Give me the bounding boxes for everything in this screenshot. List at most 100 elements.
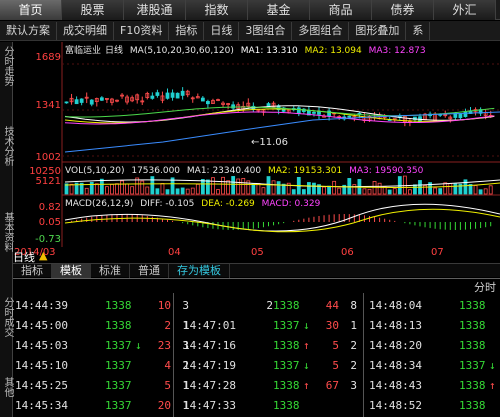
vol-ma1: MA1: 23340.400 [186, 166, 262, 176]
toolbar-button[interactable]: 图形叠加 [349, 21, 407, 40]
volume-bar [226, 180, 231, 195]
candle-body [205, 101, 210, 105]
trade-price: 1337 [105, 399, 132, 412]
subtab[interactable]: 存为模板 [169, 264, 230, 278]
menu-tab[interactable]: 外汇 [434, 0, 496, 20]
macd-info-line: MACD(26,12,9) DIFF: -0.105 DEA: -0.269 M… [65, 199, 324, 209]
trade-row: 14:44:39 1338 10 3 [15, 297, 189, 315]
subtab[interactable]: 模板 [52, 264, 91, 278]
ma3-value: MA3: 12.873 [368, 46, 426, 56]
trade-volume: 10 [157, 299, 171, 312]
volume-bar [301, 189, 306, 195]
toolbar-button[interactable]: 日线 [204, 21, 240, 40]
trade-row: 14:47:28 1338 ↑ 67 3 [183, 377, 357, 395]
toolbar: 默认方案 成交明细 F10资料 指标 日线 3图组合 多图组合 图形叠加系 [0, 21, 500, 41]
trade-row: 14:45:00 1338 2 1 [15, 317, 189, 335]
candle-body [458, 114, 463, 119]
volume-bar [221, 176, 225, 195]
menu-tab[interactable]: 股票 [62, 0, 124, 20]
volume-bar [130, 186, 135, 195]
trade-volume: 5 [332, 339, 339, 352]
left-tab[interactable]: 分时成交 [0, 297, 13, 337]
volume-bar [488, 185, 493, 195]
subtab[interactable]: 标准 [91, 264, 130, 278]
trade-row: 14:45:34 1337 20 1 [15, 397, 189, 415]
toolbar-button[interactable]: 默认方案 [0, 21, 57, 40]
trade-row: 14:48:20 1338 [369, 337, 500, 355]
trade-row: 14:48:04 1338 [369, 297, 500, 315]
macd-params: MACD(26,12,9) [65, 199, 134, 209]
volume-bar [332, 180, 337, 195]
volume-bar [443, 182, 448, 195]
candle-body [170, 92, 175, 98]
volume-bar [190, 187, 195, 195]
menu-tab[interactable]: 商品 [310, 0, 372, 20]
toolbar-button[interactable]: 成交明细 [57, 21, 114, 40]
volume-bar [115, 183, 119, 195]
toolbar-button[interactable]: 指标 [169, 21, 205, 40]
volume-bar [337, 187, 342, 195]
menu-tab[interactable]: 债券 [372, 0, 434, 20]
trade-volume: 5 [332, 359, 339, 372]
left-tab[interactable]: 基本资料 [0, 212, 13, 252]
trade-volume: 30 [325, 319, 339, 332]
trade-price: 1338 [273, 339, 300, 352]
volume-bar [352, 184, 357, 195]
period-name: 日线 [105, 46, 124, 56]
menu-tab[interactable]: 指数 [186, 0, 248, 20]
left-tab[interactable]: 分时走势 [0, 46, 13, 86]
toolbar-button[interactable]: 多图组合 [292, 21, 350, 40]
volume-bar [483, 188, 488, 195]
left-tab[interactable]: 技术分析 [0, 126, 13, 166]
volume-bar [387, 189, 392, 195]
trade-price: 1337 [273, 359, 300, 372]
trade-time: 14:45:25 [15, 379, 68, 392]
volume-bar [155, 188, 160, 195]
volume-bar [448, 183, 453, 195]
trade-time: 14:44:39 [15, 299, 68, 312]
macd-axis-top: 0.82 [38, 202, 61, 213]
volume-bar [185, 188, 190, 195]
trade-row: 14:45:25 1337 5 1 [15, 377, 189, 395]
candle-body [64, 101, 69, 104]
trade-volume: 20 [157, 399, 171, 412]
volume-info-line: VOL(5,10,20) 17536.000 MA1: 23340.400 MA… [65, 166, 427, 176]
subtab[interactable]: 指标 [13, 264, 52, 278]
trade-direction-icon: ↓ [303, 319, 310, 332]
volume-bar [261, 187, 266, 195]
price-axis-mid: 1341 [35, 100, 61, 111]
trade-row: 14:45:10 1337 4 2 [15, 357, 189, 375]
toolbar-button[interactable]: 3图组合 [239, 21, 293, 40]
toolbar-button[interactable]: 系 [406, 21, 431, 40]
candle-body [150, 95, 155, 99]
trade-price: 1338 [459, 399, 486, 412]
trade-row: 21338 44 8 [183, 297, 357, 315]
volume-bar [216, 189, 220, 195]
trade-row: 14:48:52 1338 [369, 397, 500, 415]
trade-time: 14:47:28 [183, 379, 236, 392]
trade-row: 14:48:43 1338 ↑ [369, 377, 500, 395]
kline-chart-area[interactable]: 1689 1341 1002 富临运业 日线 MA(5,10,20,30,60,1… [13, 42, 500, 247]
menu-tab[interactable]: 港股通 [124, 0, 186, 20]
column-divider [363, 293, 364, 417]
trade-price: 1338 [459, 339, 486, 352]
volume-bar [84, 187, 89, 195]
vol-value: 17536.000 [131, 166, 181, 176]
volume-bar [433, 187, 438, 195]
volume-bar [195, 183, 200, 195]
trade-volume: 44 [325, 299, 339, 312]
toolbar-button[interactable]: F10资料 [114, 21, 170, 40]
volume-bar [236, 178, 241, 195]
trade-price: 1338 [459, 319, 486, 332]
menu-tab[interactable]: 基金 [248, 0, 310, 20]
candle-body [74, 99, 79, 105]
top-menu: 首页 股票 港股通 指数 基金 商品 债券 外汇 [0, 0, 500, 20]
volume-bar [271, 180, 276, 195]
trade-row: 14:47:01 1337 ↓ 30 1 [183, 317, 357, 335]
left-tab[interactable]: 其他 [0, 377, 13, 397]
menu-tab[interactable]: 首页 [0, 0, 62, 20]
volume-bar [382, 186, 387, 195]
trade-volume-prev: 2 [266, 299, 273, 312]
trade-volume: 5 [164, 379, 171, 392]
subtab[interactable]: 普通 [130, 264, 169, 278]
